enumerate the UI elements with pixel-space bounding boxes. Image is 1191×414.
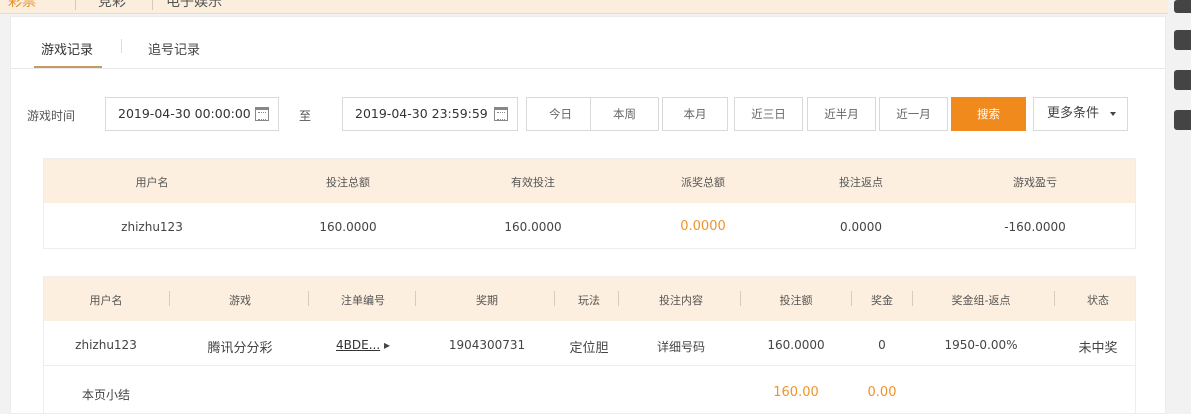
detail-header-cell: 投注内容	[659, 294, 703, 307]
last-half-month-button[interactable]: 近半月	[807, 97, 876, 131]
side-tool-icon[interactable]	[1174, 0, 1191, 13]
row-divider	[44, 365, 1135, 366]
start-date-value: 2019-04-30 00:00:00	[118, 106, 251, 121]
tab-e-entertainment[interactable]: 电子娱乐	[166, 0, 222, 11]
records-panel: 游戏记录 追号记录 游戏时间 2019-04-30 00:00:00 至 201…	[10, 16, 1166, 414]
calendar-icon[interactable]	[255, 107, 269, 121]
detail-header-cell: 注单编号	[341, 294, 385, 307]
last-month-button[interactable]: 近一月	[879, 97, 948, 131]
column-divider	[912, 291, 913, 306]
game-time-label: 游戏时间	[27, 109, 76, 123]
side-tool-icon[interactable]	[1174, 110, 1191, 130]
detail-prize-group: 1950-0.00%	[944, 338, 1018, 352]
calendar-icon[interactable]	[494, 107, 508, 121]
tab-sports[interactable]: 竞彩	[98, 0, 126, 11]
detail-prize: 0	[878, 338, 886, 352]
expand-icon[interactable]: ▸	[384, 338, 390, 352]
detail-header-cell: 游戏	[229, 294, 251, 307]
subtotal-prize: 0.00	[867, 385, 897, 400]
column-divider	[554, 291, 555, 306]
this-week-button[interactable]: 本周	[590, 97, 659, 131]
column-divider	[618, 291, 619, 306]
more-filters-dropdown[interactable]: 更多条件	[1033, 97, 1128, 131]
summary-header-cell: 用户名	[135, 176, 169, 189]
start-date-input[interactable]: 2019-04-30 00:00:00	[105, 97, 279, 131]
caret-down-icon	[1110, 112, 1116, 116]
detail-header-row: 用户名 游戏 注单编号 奖期 玩法 投注内容 投注额 奖金 奖金组-返点 状态	[44, 277, 1135, 321]
side-tool-icon[interactable]	[1174, 30, 1191, 50]
more-filters-label: 更多条件	[1047, 106, 1100, 121]
column-divider	[851, 291, 852, 306]
summary-header-cell: 投注返点	[839, 176, 883, 189]
detail-header-cell: 状态	[1087, 294, 1109, 307]
detail-header-cell: 奖金组-返点	[951, 294, 1011, 307]
side-tool-icon[interactable]	[1174, 70, 1191, 90]
subtotal-bet-amount: 160.00	[773, 385, 819, 400]
tab-divider	[75, 0, 76, 10]
active-tab-indicator	[34, 66, 102, 68]
tab-lottery[interactable]: 彩票	[8, 0, 36, 11]
column-divider	[169, 291, 170, 306]
detail-header-cell: 玩法	[578, 294, 600, 307]
summary-table: 用户名 投注总额 有效投注 派奖总额 投注返点 游戏盈亏 zhizhu123 1…	[43, 158, 1136, 249]
detail-bet-content[interactable]: 详细号码	[657, 338, 705, 355]
search-button[interactable]: 搜索	[951, 97, 1026, 131]
today-button[interactable]: 今日	[526, 97, 595, 131]
detail-header-cell: 投注额	[779, 294, 813, 307]
detail-username: zhizhu123	[75, 338, 137, 352]
detail-header-cell: 奖期	[476, 294, 498, 307]
game-records-page: 彩票 竞彩 电子娱乐 游戏记录 追号记录 游戏时间 2019-04-30 00:…	[0, 0, 1191, 414]
summary-rebate: 0.0000	[840, 220, 882, 234]
summary-username: zhizhu123	[121, 220, 183, 234]
detail-play-type: 定位胆	[569, 341, 609, 356]
summary-header-cell: 派奖总额	[681, 176, 725, 189]
tab-divider	[152, 0, 153, 10]
column-divider	[1054, 291, 1055, 306]
detail-header-cell: 用户名	[89, 294, 123, 307]
last-3-days-button[interactable]: 近三日	[734, 97, 803, 131]
tab-chase-records[interactable]: 追号记录	[148, 39, 200, 58]
summary-profit-loss: -160.0000	[1004, 220, 1066, 234]
to-label: 至	[299, 109, 312, 123]
bet-id-link[interactable]: 4BDE...	[336, 338, 380, 352]
subtotal-label: 本页小结	[81, 388, 131, 402]
detail-bet-id[interactable]: 4BDE... ▸	[336, 338, 390, 352]
detail-bet-amount: 160.0000	[767, 338, 825, 352]
tab-divider	[121, 39, 122, 53]
detail-status: 未中奖	[1078, 341, 1118, 356]
detail-game: 腾讯分分彩	[207, 341, 273, 356]
tab-game-records[interactable]: 游戏记录	[41, 39, 93, 58]
end-date-input[interactable]: 2019-04-30 23:59:59	[342, 97, 518, 131]
summary-valid-bet: 160.0000	[504, 220, 562, 234]
summary-header-cell: 有效投注	[511, 176, 555, 189]
sub-tab-bar: 游戏记录 追号记录	[11, 17, 1165, 69]
end-date-value: 2019-04-30 23:59:59	[355, 106, 488, 121]
bet-detail-table: 用户名 游戏 注单编号 奖期 玩法 投注内容 投注额 奖金 奖金组-返点 状态	[43, 276, 1136, 414]
top-tab-bar: 彩票 竞彩 电子娱乐	[0, 0, 1168, 14]
column-divider	[308, 291, 309, 306]
summary-header-cell: 投注总额	[326, 176, 370, 189]
summary-payout: 0.0000	[680, 219, 726, 234]
detail-header-cell: 奖金	[871, 294, 893, 307]
detail-issue: 1904300731	[448, 338, 526, 352]
this-month-button[interactable]: 本月	[662, 97, 728, 131]
summary-header-cell: 游戏盈亏	[1013, 176, 1057, 189]
summary-header-row: 用户名 投注总额 有效投注 派奖总额 投注返点 游戏盈亏	[44, 159, 1135, 203]
column-divider	[740, 291, 741, 306]
summary-total-bet: 160.0000	[319, 220, 377, 234]
column-divider	[415, 291, 416, 306]
